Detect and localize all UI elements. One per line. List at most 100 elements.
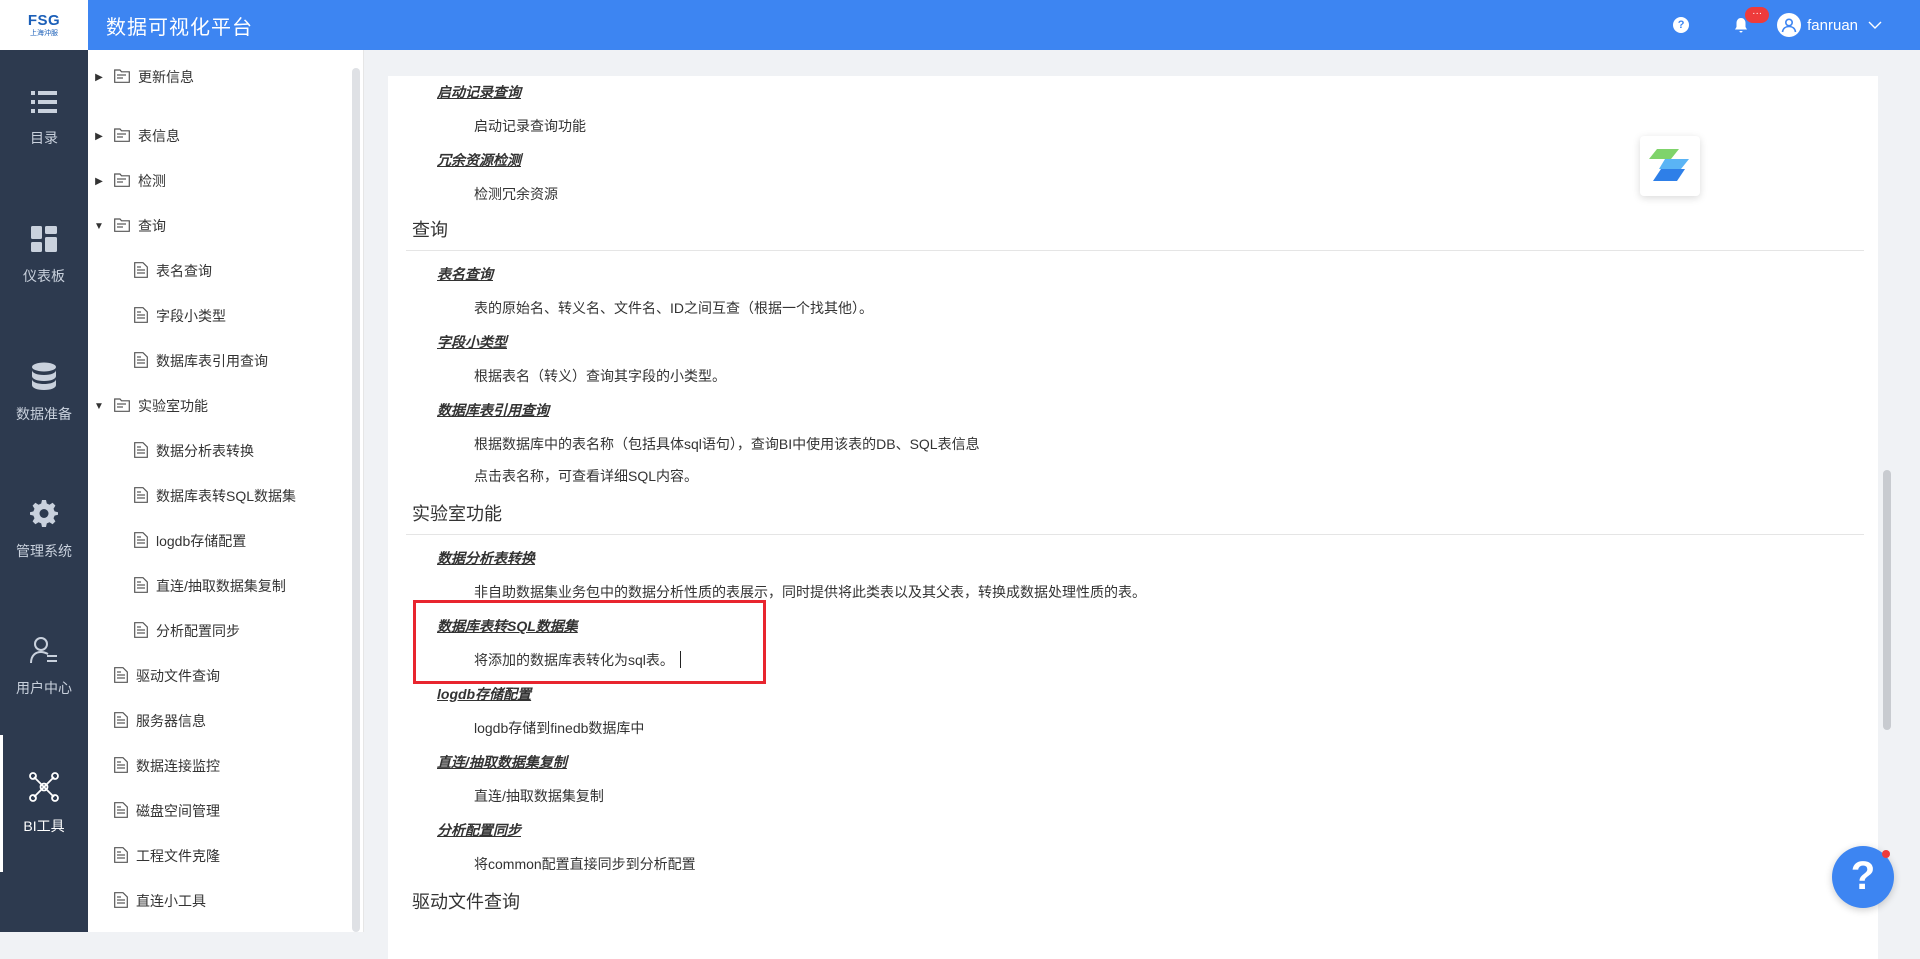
user-icon — [30, 636, 57, 663]
paragraph: 根据表名（转义）查询其字段的小类型。 — [474, 368, 726, 384]
section-heading: 驱动文件查询 — [412, 892, 520, 912]
network-icon — [29, 771, 59, 802]
document-icon — [114, 801, 128, 821]
nav-item-management[interactable]: 管理系统 — [0, 461, 88, 598]
tree-item[interactable]: 数据分析表转换 — [134, 436, 254, 466]
tree-item[interactable]: ▶ 表信息 — [92, 121, 180, 151]
tree-item-label: 数据分析表转换 — [156, 443, 254, 459]
company-logo[interactable]: FSG 上海沖服 — [0, 0, 88, 50]
document-icon — [134, 576, 148, 596]
tree-item[interactable]: 表名查询 — [134, 256, 212, 286]
logo-text: FSG — [27, 11, 61, 29]
tree-item-label: 更新信息 — [138, 69, 194, 85]
paragraph: 非自助数据集业务包中的数据分析性质的表展示，同时提供将此类表以及其父表，转换成数… — [474, 584, 1146, 600]
left-navigation: 目录 仪表板 数据准备 管理系统 用户中心 BI工具 — [0, 50, 88, 932]
nav-item-user-center[interactable]: 用户中心 — [0, 598, 88, 735]
document-icon — [134, 351, 148, 371]
notification-button[interactable]: ··· — [1733, 7, 1770, 33]
subsection-heading: 冗余资源检测 — [437, 152, 521, 168]
nav-label: BI工具 — [23, 817, 65, 834]
subsection-heading: 直连/抽取数据集复制 — [437, 754, 567, 770]
nav-label: 用户中心 — [16, 679, 72, 696]
tree-item-label: 驱动文件查询 — [136, 668, 220, 684]
paragraph: 检测冗余资源 — [474, 186, 558, 202]
tree-item[interactable]: 直连小工具 — [114, 886, 206, 916]
nav-item-bi-tools[interactable]: BI工具 — [0, 735, 88, 872]
tree-scrollbar[interactable] — [352, 68, 360, 932]
user-menu[interactable]: fanruan — [1777, 13, 1882, 37]
tree-item[interactable]: 数据库表转SQL数据集 — [134, 481, 296, 511]
nav-item-catalog[interactable]: 目录 — [0, 50, 88, 187]
paragraph: 将添加的数据库表转化为sql表。 — [474, 650, 681, 670]
tree-item-label: 分析配置同步 — [156, 623, 240, 639]
chevron-down-icon — [1868, 21, 1882, 29]
tree-item[interactable]: 数据连接监控 — [114, 751, 220, 781]
tree-item[interactable]: ▼ 查询 — [92, 211, 166, 241]
tree-item[interactable]: 分析配置同步 — [134, 616, 240, 646]
tree-item[interactable]: 直连/抽取数据集复制 — [134, 571, 286, 601]
finebi-logo-icon — [1649, 149, 1689, 181]
caret-right-icon[interactable]: ▶ — [92, 131, 106, 142]
folder-icon — [114, 217, 130, 235]
tree-item[interactable]: 驱动文件查询 — [114, 661, 220, 691]
tree-item-label: 数据库表转SQL数据集 — [156, 488, 297, 504]
folder-icon — [114, 68, 130, 86]
main-content: 启动记录查询 启动记录查询功能 冗余资源检测 检测冗余资源 查询 表名查询 表的原始名、转义… — [364, 50, 1920, 959]
floating-help-button[interactable]: ? — [1832, 846, 1894, 908]
logo-subtext: 上海沖服 — [30, 29, 58, 37]
section-divider — [406, 250, 1864, 251]
caret-right-icon[interactable]: ▶ — [92, 72, 106, 83]
tree-item[interactable]: 字段小类型 — [134, 301, 226, 331]
database-icon — [32, 362, 56, 390]
folder-icon — [114, 397, 130, 415]
tree-item-label: 磁盘空间管理 — [136, 803, 220, 819]
paragraph: 将common配置直接同步到分析配置 — [474, 856, 696, 872]
subsection-heading: 数据分析表转换 — [437, 550, 535, 566]
nav-label: 管理系统 — [16, 542, 72, 559]
username: fanruan — [1807, 16, 1858, 34]
tree-item-label: 实验室功能 — [138, 398, 208, 414]
text-cursor — [679, 651, 681, 668]
document-icon — [134, 531, 148, 551]
tree-item[interactable]: 磁盘空间管理 — [114, 796, 220, 826]
tree-item[interactable]: 工程文件克隆 — [114, 841, 220, 871]
caret-down-icon[interactable]: ▼ — [92, 221, 106, 232]
document-icon — [134, 621, 148, 641]
paragraph: 根据数据库中的表名称（包括具体sql语句），查询BI中使用该表的DB、SQL表信… — [474, 436, 980, 452]
paragraph: 直连/抽取数据集复制 — [474, 788, 604, 804]
tree-item-label: 数据连接监控 — [136, 758, 220, 774]
nav-item-data-prep[interactable]: 数据准备 — [0, 324, 88, 461]
tree-item-label: 检测 — [138, 173, 166, 189]
document-page: 启动记录查询 启动记录查询功能 冗余资源检测 检测冗余资源 查询 表名查询 表的原始名、转义… — [388, 76, 1878, 959]
tree-item[interactable]: ▼ 实验室功能 — [92, 391, 208, 421]
app-title: 数据可视化平台 — [106, 16, 253, 39]
document-icon — [134, 486, 148, 506]
tree-item-label: 表信息 — [138, 128, 180, 144]
notification-badge: ··· — [1745, 7, 1770, 23]
subsection-heading: 数据库表转SQL数据集 — [437, 618, 578, 634]
tree-item-label: 字段小类型 — [156, 308, 226, 324]
dashboard-icon — [31, 225, 57, 252]
tree-item[interactable]: ▶ 检测 — [92, 166, 166, 196]
floating-app-logo[interactable] — [1640, 136, 1700, 196]
question-circle-icon[interactable]: ? — [1673, 17, 1690, 33]
caret-down-icon[interactable]: ▼ — [92, 401, 106, 412]
document-icon — [114, 711, 128, 731]
tree-item[interactable]: ▶ 更新信息 — [92, 62, 194, 92]
tree-item[interactable]: logdb存储配置 — [134, 526, 246, 556]
tree-item-label: 直连/抽取数据集复制 — [156, 578, 286, 594]
folder-icon — [114, 127, 130, 145]
subsection-heading: 启动记录查询 — [437, 84, 521, 100]
document-icon — [134, 441, 148, 461]
subsection-heading: 字段小类型 — [437, 334, 507, 350]
caret-right-icon[interactable]: ▶ — [92, 176, 106, 187]
highlight-box — [413, 600, 766, 684]
tree-item[interactable]: 服务器信息 — [114, 706, 206, 736]
tree-item[interactable]: 数据库表引用查询 — [134, 346, 268, 376]
nav-label: 目录 — [30, 129, 58, 146]
document-icon — [134, 306, 148, 326]
main-scrollbar[interactable] — [1883, 470, 1891, 730]
document-icon — [114, 891, 128, 911]
nav-item-dashboard[interactable]: 仪表板 — [0, 187, 88, 324]
subsection-heading: 分析配置同步 — [437, 822, 521, 838]
